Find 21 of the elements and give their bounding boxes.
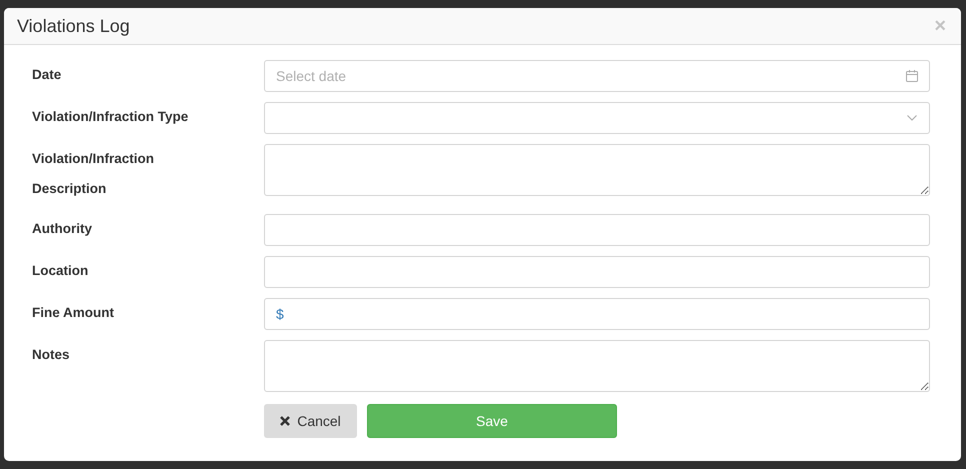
dialog-title: Violations Log [17, 14, 130, 38]
amount-field[interactable]: $ [264, 298, 930, 330]
text-area[interactable] [264, 144, 930, 196]
chevron-down-icon [907, 115, 917, 121]
field-label: Violation/Infraction Type [32, 108, 190, 126]
calendar-icon [906, 70, 918, 82]
field-label: Fine Amount [32, 304, 115, 322]
close-icon [280, 416, 290, 426]
date-field[interactable]: Select date [264, 60, 930, 92]
cancel-button[interactable]: Cancel [264, 404, 357, 438]
save-button[interactable]: Save [367, 404, 617, 438]
select-field[interactable] [264, 102, 930, 134]
field-label: Authority [32, 220, 93, 238]
text-field[interactable] [264, 256, 930, 288]
text-field[interactable] [264, 214, 930, 246]
field-label: Violation/Infraction Description [32, 150, 156, 198]
field-label: Date [32, 66, 62, 84]
field-label: Notes [32, 346, 71, 364]
currency-prefix: $ [276, 304, 284, 324]
text-area[interactable] [264, 340, 930, 392]
field-label: Location [32, 262, 90, 280]
